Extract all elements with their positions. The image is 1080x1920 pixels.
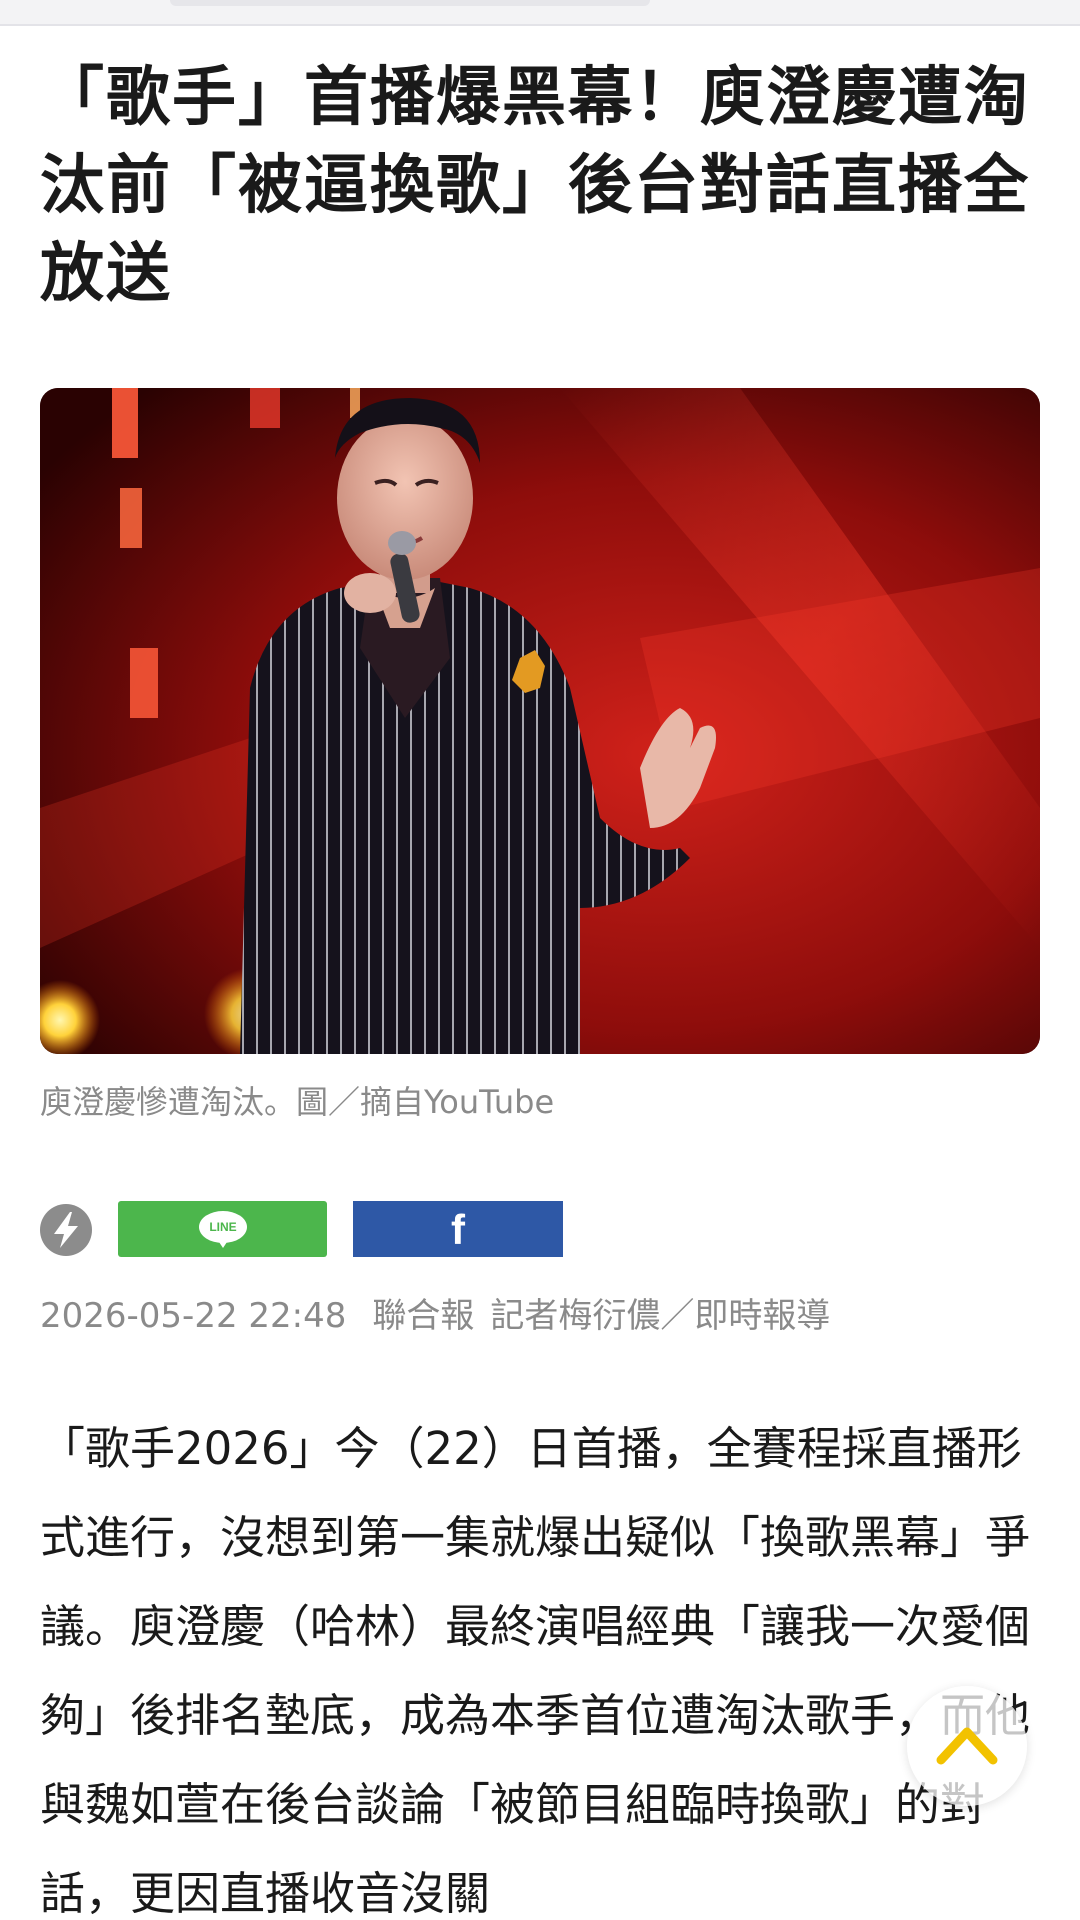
share-line-button[interactable]: LINE xyxy=(118,1201,327,1257)
article-meta: 2026-05-22 22:48 聯合報 記者梅衍儂／即時報導 xyxy=(40,1294,830,1338)
address-bar-edge[interactable] xyxy=(170,0,650,6)
browser-top-bar xyxy=(0,0,1080,26)
chevron-up-icon xyxy=(936,1727,998,1765)
image-caption: 庾澄慶慘遭淘汰。圖／摘自YouTube xyxy=(40,1083,555,1121)
line-icon-tail xyxy=(217,1239,229,1248)
article-hero-image[interactable] xyxy=(40,388,1040,1054)
publish-datetime: 2026-05-22 22:48 xyxy=(40,1296,347,1336)
article-headline: 「歌手」首播爆黑幕！庾澄慶遭淘汰前「被逼換歌」後台對話直播全放送 xyxy=(40,61,1030,311)
share-toolbar: LINE f xyxy=(40,1201,580,1259)
article-body-paragraph: 「歌手2026」今（22）日首播，全賽程採直播形式進行，沒想到第一集就爆出疑似「… xyxy=(40,1422,1031,1920)
news-source[interactable]: 聯合報 xyxy=(372,1296,474,1336)
bolt-glyph xyxy=(54,1212,78,1248)
scroll-to-top-button[interactable] xyxy=(907,1686,1027,1806)
lightning-bolt-icon[interactable] xyxy=(40,1204,92,1256)
stage-performer-photo xyxy=(40,388,1040,1054)
share-facebook-button[interactable]: f xyxy=(353,1201,563,1257)
facebook-icon: f xyxy=(451,1206,465,1253)
author-byline: 記者梅衍儂／即時報導 xyxy=(490,1296,831,1336)
